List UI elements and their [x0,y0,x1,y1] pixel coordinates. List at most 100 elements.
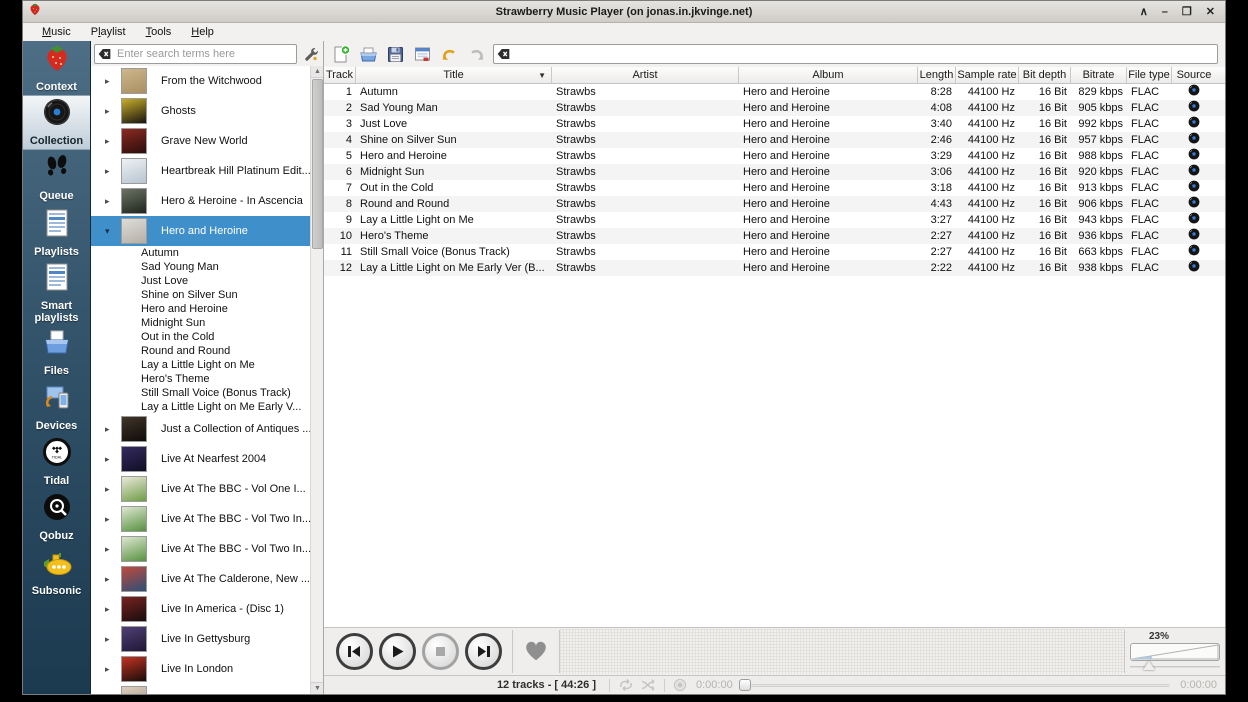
clear-filter-icon[interactable] [496,47,511,66]
collection-album-row[interactable]: ▸ Nomadness [91,684,310,694]
collection-album-row[interactable]: ▸ Live In America - (Disc 1) [91,594,310,624]
playlist-properties-button[interactable] [412,44,432,64]
collection-settings-button[interactable] [300,44,320,64]
volume-slider-handle[interactable] [1143,661,1155,670]
menu-help[interactable]: Help [182,25,223,39]
seek-slider-groove[interactable] [751,684,1171,687]
collection-track-row[interactable]: Hero's Theme [91,372,310,386]
expand-arrow-icon[interactable]: ▸ [105,514,115,525]
titlebar[interactable]: Strawberry Music Player (on jonas.in.jkv… [23,1,1225,23]
menu-tools[interactable]: Tools [137,25,181,39]
scrollbar-thumb[interactable] [312,79,323,249]
expand-arrow-icon[interactable]: ▸ [105,634,115,645]
collection-track-row[interactable]: Midnight Sun [91,316,310,330]
sidebar-item-playlists[interactable]: Playlists [23,205,90,261]
expand-arrow-icon[interactable]: ▸ [105,76,115,87]
playlist-row[interactable]: 2 Sad Young Man Strawbs Hero and Heroine… [324,100,1225,116]
playlist-row[interactable]: 12 Lay a Little Light on Me Early Ver (B… [324,260,1225,276]
column-header-artist[interactable]: Artist [552,67,739,83]
playlist-row[interactable]: 11 Still Small Voice (Bonus Track) Straw… [324,244,1225,260]
open-playlist-button[interactable] [358,44,378,64]
playlist-row[interactable]: 5 Hero and Heroine Strawbs Hero and Hero… [324,148,1225,164]
previous-button[interactable] [336,633,373,670]
close-button[interactable]: ✕ [1206,2,1215,22]
playlist-row[interactable]: 1 Autumn Strawbs Hero and Heroine 8:28 4… [324,84,1225,100]
sidebar-item-subsonic[interactable]: Subsonic [23,545,90,601]
column-header-length[interactable]: Length [918,67,956,83]
collection-album-row[interactable]: ▸ Live In Gettysburg [91,624,310,654]
sidebar-item-files[interactable]: Files [23,325,90,380]
expand-arrow-icon[interactable]: ▸ [105,454,115,465]
column-header-file-type[interactable]: File type [1127,67,1172,83]
collection-album-row[interactable]: ▸ Ghosts [91,96,310,126]
collection-album-row[interactable]: ▸ Live At The BBC - Vol Two In... [91,534,310,564]
seek-slider[interactable] [739,679,1171,691]
collection-track-row[interactable]: Lay a Little Light on Me Early V... [91,400,310,414]
volume-wedge[interactable] [1130,643,1220,661]
collection-album-row[interactable]: ▸ Grave New World [91,126,310,156]
collection-track-row[interactable]: Hero and Heroine [91,302,310,316]
playlist-row[interactable]: 8 Round and Round Strawbs Hero and Heroi… [324,196,1225,212]
expand-arrow-icon[interactable]: ▸ [105,694,115,695]
collection-search-input[interactable] [94,44,297,64]
column-header-title[interactable]: Title▼ [356,67,552,83]
sidebar-item-qobuz[interactable]: Qobuz [23,490,90,545]
collection-album-row[interactable]: ▾ Hero and Heroine [91,216,310,246]
playlist-row[interactable]: 10 Hero's Theme Strawbs Hero and Heroine… [324,228,1225,244]
column-header-track[interactable]: Track [324,67,356,83]
column-header-sample-rate[interactable]: Sample rate [956,67,1019,83]
play-button[interactable] [379,633,416,670]
collection-scrollbar[interactable]: ▲ ▼ [310,66,323,694]
sidebar-item-tidal[interactable]: TIDAL Tidal [23,434,90,490]
playlist-row[interactable]: 3 Just Love Strawbs Hero and Heroine 3:4… [324,116,1225,132]
stop-button[interactable] [422,633,459,670]
expand-arrow-icon[interactable]: ▸ [105,196,115,207]
collection-album-row[interactable]: ▸ Live At The BBC - Vol Two In... [91,504,310,534]
expand-arrow-icon[interactable]: ▸ [105,166,115,177]
collection-track-row[interactable]: Out in the Cold [91,330,310,344]
sidebar-item-devices[interactable]: Devices [23,380,90,434]
expand-arrow-icon[interactable]: ▸ [105,424,115,435]
clear-search-icon[interactable] [97,47,112,66]
column-header-album[interactable]: Album [739,67,918,83]
undo-button[interactable] [439,44,459,64]
redo-button[interactable] [466,44,486,64]
volume-control[interactable]: 23% [1125,628,1225,675]
playlist-row[interactable]: 9 Lay a Little Light on Me Strawbs Hero … [324,212,1225,228]
next-button[interactable] [465,633,502,670]
sidebar-item-smart-playlists[interactable]: Smart playlists [23,261,90,325]
collection-album-row[interactable]: ▸ Hero & Heroine - In Ascencia [91,186,310,216]
expand-arrow-icon[interactable]: ▸ [105,604,115,615]
collection-track-row[interactable]: Still Small Voice (Bonus Track) [91,386,310,400]
collection-track-row[interactable]: Shine on Silver Sun [91,288,310,302]
sidebar-item-context[interactable]: Context [23,41,90,95]
playlist-filter-input[interactable] [493,44,1218,64]
expand-arrow-icon[interactable]: ▾ [105,226,115,237]
collection-album-row[interactable]: ▸ Live At The BBC - Vol One I... [91,474,310,504]
collection-album-row[interactable]: ▸ Live At Nearfest 2004 [91,444,310,474]
collection-track-row[interactable]: Autumn [91,246,310,260]
scroll-up-arrow[interactable]: ▲ [311,66,323,78]
sidebar-item-collection[interactable]: Collection [23,95,90,150]
collection-track-row[interactable]: Sad Young Man [91,260,310,274]
column-header-bit-depth[interactable]: Bit depth [1019,67,1071,83]
collection-album-row[interactable]: ▸ Live In London [91,654,310,684]
expand-arrow-icon[interactable]: ▸ [105,544,115,555]
column-header-source[interactable]: Source [1172,67,1216,83]
repeat-button[interactable] [615,678,637,692]
collection-album-row[interactable]: ▸ Just a Collection of Antiques ... [91,414,310,444]
menu-music[interactable]: Music [33,25,80,39]
scrobble-toggle-icon[interactable] [670,678,690,692]
collection-track-row[interactable]: Lay a Little Light on Me [91,358,310,372]
expand-arrow-icon[interactable]: ▸ [105,136,115,147]
menu-playlist[interactable]: Playlist [82,25,135,39]
love-button[interactable] [513,628,559,675]
collection-track-row[interactable]: Round and Round [91,344,310,358]
playlist-row[interactable]: 4 Shine on Silver Sun Strawbs Hero and H… [324,132,1225,148]
minimize-button[interactable]: – [1162,2,1168,22]
collection-track-row[interactable]: Just Love [91,274,310,288]
save-playlist-button[interactable] [385,44,405,64]
shade-button[interactable]: ∧ [1140,2,1148,22]
playlist-row[interactable]: 7 Out in the Cold Strawbs Hero and Heroi… [324,180,1225,196]
playlist-row[interactable]: 6 Midnight Sun Strawbs Hero and Heroine … [324,164,1225,180]
